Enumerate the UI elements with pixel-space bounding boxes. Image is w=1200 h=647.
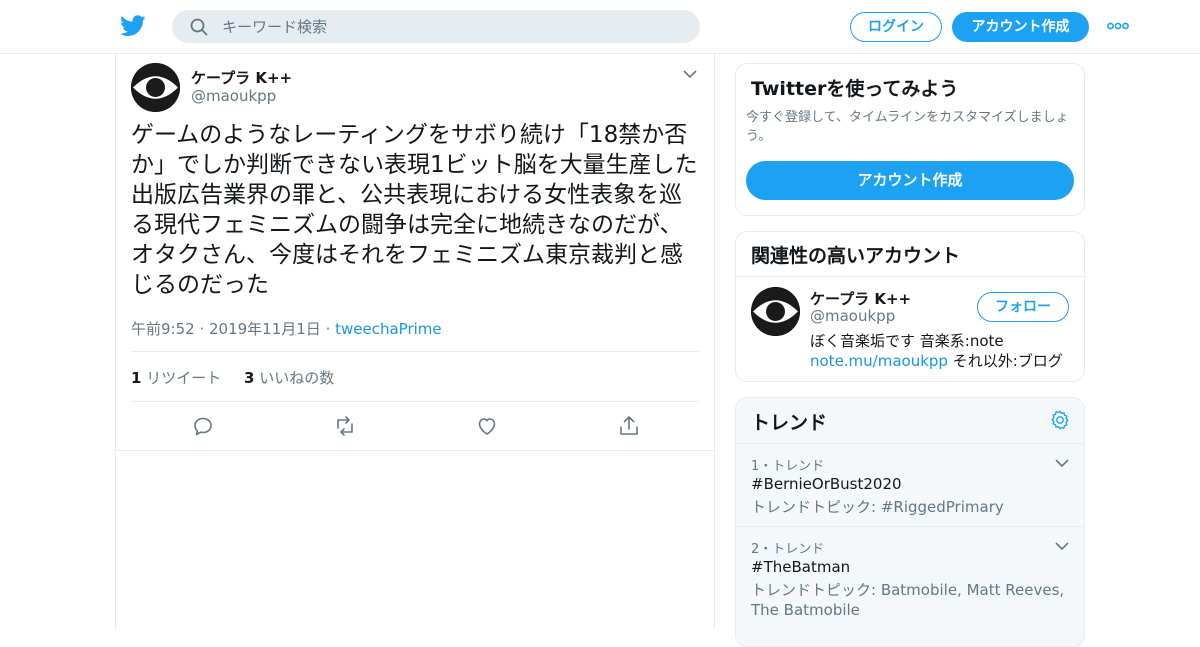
trend-topic: トレンドトピック: #RiggedPrimary: [751, 498, 1004, 516]
cbs-eye-logo-icon: [131, 63, 180, 112]
tweet-card: ケープラ K++ @maoukpp ゲームのようなレーティングをサボり続け「18…: [116, 54, 714, 451]
chevron-down-icon[interactable]: [1054, 457, 1070, 469]
share-icon[interactable]: [617, 414, 641, 438]
trend-rank: 1・トレンド: [751, 459, 825, 474]
retweet-icon[interactable]: [333, 414, 357, 438]
retweet-count: 1: [131, 369, 142, 387]
reply-icon[interactable]: [191, 414, 215, 438]
avatar[interactable]: [131, 63, 180, 112]
author-name[interactable]: ケープラ K++: [191, 67, 292, 88]
author-handle[interactable]: @maoukpp: [191, 87, 276, 105]
signup-card-button[interactable]: アカウント作成: [746, 161, 1074, 200]
trend-hashtag[interactable]: #TheBatman: [751, 558, 850, 576]
trend-item[interactable]: 1・トレンド #BernieOrBust2020 トレンドトピック: #Rigg…: [736, 443, 1084, 526]
divider: [131, 351, 699, 352]
search-box[interactable]: [172, 10, 700, 43]
related-account-bio: ぼく音楽垢です 音楽系:note note.mu/maoukpp それ以外:ブロ…: [810, 331, 1080, 371]
heart-icon[interactable]: [475, 414, 499, 438]
bio-text-rest: それ以外:ブログ: [947, 352, 1063, 370]
tweet-text: ゲームのようなレーティングをサボり続け「18禁か否か」でしか判断できない表現1ビ…: [131, 122, 698, 298]
follow-button[interactable]: フォロー: [977, 292, 1069, 322]
bio-link[interactable]: note.mu/maoukpp: [810, 352, 948, 370]
chevron-down-icon[interactable]: [682, 68, 698, 80]
like-label: いいねの数: [259, 369, 335, 387]
tweet-timestamp: 午前9:52 · 2019年11月1日 · tweechaPrime: [131, 318, 442, 339]
like-count: 3: [244, 369, 255, 387]
signup-card-description: 今すぐ登録して、タイムラインをカスタマイズしましょう。: [746, 110, 1069, 144]
search-input[interactable]: [222, 10, 682, 43]
trend-hashtag[interactable]: #BernieOrBust2020: [751, 475, 902, 493]
trends-title: トレンド: [751, 412, 828, 434]
related-account-handle[interactable]: @maoukpp: [810, 307, 895, 325]
related-accounts-title: 関連性の高いアカウント: [751, 245, 961, 267]
signup-button[interactable]: アカウント作成: [952, 12, 1089, 42]
trend-rank: 2・トレンド: [751, 542, 825, 557]
retweet-stat[interactable]: 1 リツイート: [131, 369, 221, 387]
search-icon: [190, 18, 208, 36]
tweet-time[interactable]: 午前9:52 · 2019年11月1日: [131, 320, 321, 338]
tweet-column: ケープラ K++ @maoukpp ゲームのようなレーティングをサボり続け「18…: [115, 54, 715, 630]
trend-topic: トレンドトピック: Batmobile, Matt Reeves, The Ba…: [751, 581, 1065, 619]
signup-card-title: Twitterを使ってみよう: [751, 78, 959, 100]
signup-card: Twitterを使ってみよう 今すぐ登録して、タイムラインをカスタマイズしましょ…: [735, 63, 1085, 216]
top-navigation-bar: ログイン アカウント作成: [0, 0, 1200, 54]
cbs-eye-logo-icon: [751, 287, 800, 336]
bio-text: ぼく音楽垢です 音楽系:note: [810, 332, 1004, 350]
divider: [736, 276, 1084, 277]
chevron-down-icon[interactable]: [1054, 540, 1070, 552]
like-stat[interactable]: 3 いいねの数: [244, 369, 334, 387]
twitter-bird-icon[interactable]: [120, 14, 146, 38]
avatar[interactable]: [751, 287, 800, 336]
meta-separator: ·: [320, 320, 336, 338]
login-button[interactable]: ログイン: [850, 12, 942, 42]
related-accounts-card: 関連性の高いアカウント ケープラ K++ @maoukpp フォロー ぼく音楽垢…: [735, 231, 1085, 382]
retweet-label: リツイート: [146, 369, 222, 387]
trends-card: トレンド 1・トレンド #BernieOrBust2020 トレンドトピック: …: [735, 397, 1085, 647]
more-options-icon[interactable]: [1107, 19, 1129, 33]
related-account-name[interactable]: ケープラ K++: [810, 288, 911, 309]
tweet-source-link[interactable]: tweechaPrime: [335, 320, 442, 338]
divider: [131, 401, 699, 402]
gear-icon[interactable]: [1049, 409, 1071, 431]
tweet-stats: 1 リツイート 3 いいねの数: [131, 367, 352, 388]
trend-item[interactable]: 2・トレンド #TheBatman トレンドトピック: Batmobile, M…: [736, 526, 1084, 646]
